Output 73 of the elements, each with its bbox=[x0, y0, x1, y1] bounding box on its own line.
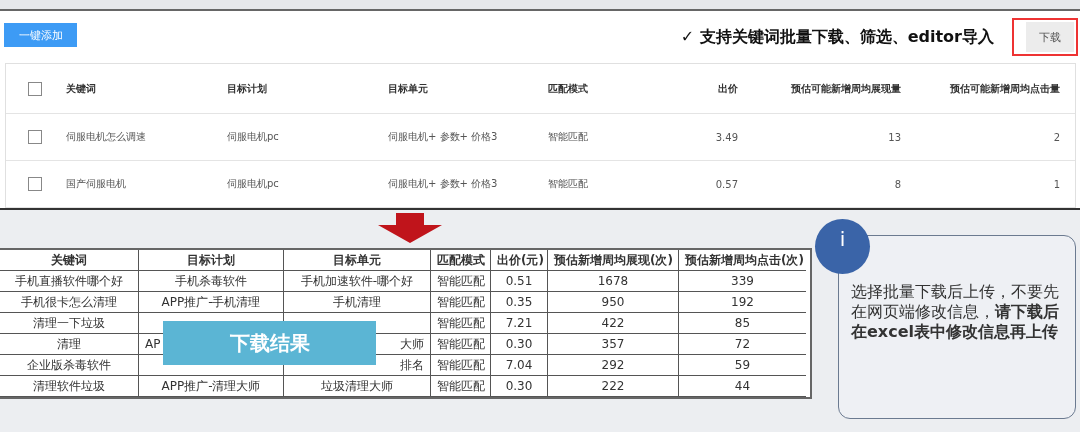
table-cell-text: 1 bbox=[1052, 178, 1061, 190]
table-cell: 357 bbox=[548, 334, 679, 355]
column-header: 预估可能新增周均点击量 bbox=[949, 81, 1061, 96]
table-cell: 339 bbox=[679, 271, 806, 292]
checkbox[interactable] bbox=[28, 177, 42, 191]
table-cell: 清理软件垃圾 bbox=[0, 376, 139, 397]
table-cell: 智能匹配 bbox=[431, 355, 491, 376]
result-banner: 下载结果 bbox=[163, 321, 376, 365]
column-header: 目标计划 bbox=[227, 81, 268, 96]
table-cell: 智能匹配 bbox=[431, 292, 491, 313]
table-cell: 智能匹配 bbox=[431, 334, 491, 355]
column-header: 出价 bbox=[717, 81, 739, 96]
table-cell-text: 伺服电机怎么调速 bbox=[66, 130, 147, 144]
download-button[interactable]: 下载 bbox=[1026, 22, 1074, 52]
table-cell-text: 伺服电机pc bbox=[227, 130, 280, 144]
table-cell: 1678 bbox=[548, 271, 679, 292]
table-cell: 手机清理 bbox=[284, 292, 431, 313]
table-cell: 手机很卡怎么清理 bbox=[0, 292, 139, 313]
table-cell-text: 8 bbox=[893, 178, 902, 190]
table-cell-text: 3.49 bbox=[714, 131, 739, 143]
table-cell: 292 bbox=[548, 355, 679, 376]
table-cell: 企业版杀毒软件 bbox=[0, 355, 139, 376]
table-cell: 222 bbox=[548, 376, 679, 397]
table-cell: 7.21 bbox=[491, 313, 548, 334]
table-cell: 44 bbox=[679, 376, 806, 397]
column-header: 出价(元) bbox=[491, 250, 548, 271]
table-cell: 7.04 bbox=[491, 355, 548, 376]
checkbox[interactable] bbox=[28, 130, 42, 144]
info-text: 选择批量下载后上传，不要先在网页端修改信息，请下载后在excel表中修改信息再上传 bbox=[851, 282, 1060, 342]
checkbox[interactable] bbox=[28, 81, 42, 96]
table-cell: 59 bbox=[679, 355, 806, 376]
table-cell: 950 bbox=[548, 292, 679, 313]
column-header: 目标单元 bbox=[284, 250, 431, 271]
table-cell: 72 bbox=[679, 334, 806, 355]
table-cell: 手机杀毒软件 bbox=[139, 271, 284, 292]
column-header: 匹配模式 bbox=[431, 250, 491, 271]
table-cell-text: 国产伺服电机 bbox=[66, 177, 127, 191]
table-cell: 85 bbox=[679, 313, 806, 334]
column-header: 关键词 bbox=[0, 250, 139, 271]
table-cell: 0.30 bbox=[491, 334, 548, 355]
column-header: 匹配模式 bbox=[548, 81, 589, 96]
column-header: 目标单元 bbox=[388, 81, 429, 96]
table-cell: 0.30 bbox=[491, 376, 548, 397]
column-header: 预估新增周均点击(次) bbox=[679, 250, 806, 271]
feature-note: ✓ 支持关键词批量下载、筛选、editor导入 bbox=[680, 26, 994, 48]
table-cell: APP推广-手机清理 bbox=[139, 292, 284, 313]
table-cell: 清理一下垃圾 bbox=[0, 313, 139, 334]
table-cell: 智能匹配 bbox=[431, 376, 491, 397]
table-cell-text: 2 bbox=[1052, 131, 1061, 143]
table-cell: 手机加速软件-哪个好 bbox=[284, 271, 431, 292]
table-cell-text: 智能匹配 bbox=[548, 177, 589, 191]
table-cell: 192 bbox=[679, 292, 806, 313]
table-cell: APP推广-清理大师 bbox=[139, 376, 284, 397]
table-cell: 0.51 bbox=[491, 271, 548, 292]
column-header: 预估可能新增周均展现量 bbox=[790, 81, 902, 96]
table-cell-text: 伺服电机pc bbox=[227, 177, 280, 191]
table-cell: 垃圾清理大师 bbox=[284, 376, 431, 397]
table-cell-text: 智能匹配 bbox=[548, 130, 589, 144]
table-cell: 智能匹配 bbox=[431, 313, 491, 334]
table-cell-text: 伺服电机+ 参数+ 价格3 bbox=[388, 177, 499, 191]
column-header: 关键词 bbox=[66, 81, 97, 96]
table-cell: 清理 bbox=[0, 334, 139, 355]
table-cell-text: 13 bbox=[887, 131, 902, 143]
info-badge: i bbox=[815, 219, 870, 274]
table-cell-text: 伺服电机+ 参数+ 价格3 bbox=[388, 130, 499, 144]
table-cell: 422 bbox=[548, 313, 679, 334]
column-header: 目标计划 bbox=[139, 250, 284, 271]
table-cell: 0.35 bbox=[491, 292, 548, 313]
table-cell: 智能匹配 bbox=[431, 271, 491, 292]
column-header: 预估新增周均展现(次) bbox=[548, 250, 679, 271]
table-cell-text: 0.57 bbox=[714, 178, 739, 190]
table-cell: 手机直播软件哪个好 bbox=[0, 271, 139, 292]
down-arrow-icon bbox=[378, 213, 442, 243]
